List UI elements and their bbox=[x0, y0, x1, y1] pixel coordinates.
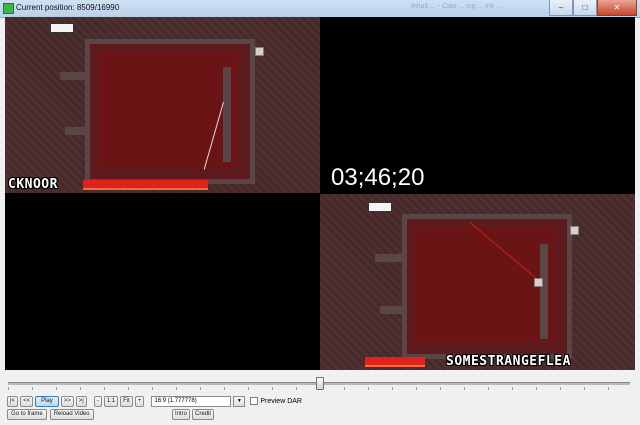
video-preview: CKNOOR SOMESTRANGEFLEA 03;46;20 bbox=[5, 17, 635, 370]
wall-pillar bbox=[540, 244, 548, 339]
title-bar: Current position: 8509/16990 Inhalt ... … bbox=[0, 0, 640, 18]
app-icon bbox=[3, 3, 14, 14]
player-view-top-left: CKNOOR bbox=[5, 17, 320, 193]
close-button[interactable]: ✕ bbox=[597, 0, 637, 16]
room-interior bbox=[98, 52, 238, 167]
ledge bbox=[380, 306, 405, 314]
minimize-button[interactable]: – bbox=[549, 0, 573, 16]
go-to-start-button[interactable]: |< bbox=[7, 395, 19, 407]
play-button[interactable]: Play bbox=[35, 395, 59, 407]
preview-dar-checkbox[interactable] bbox=[250, 397, 259, 405]
ledge bbox=[65, 127, 90, 135]
zoom-actual-size-button[interactable]: 1:1 bbox=[103, 395, 119, 407]
game-level-scene bbox=[320, 194, 635, 370]
player-name-label: SOMESTRANGEFLEA bbox=[446, 354, 571, 369]
aspect-ratio-dropdown-button[interactable]: ▼ bbox=[233, 395, 246, 407]
spawn-marker bbox=[50, 23, 74, 33]
intro-button[interactable]: Intro bbox=[172, 409, 191, 420]
seek-slider[interactable] bbox=[8, 377, 630, 390]
window-controls: – □ ✕ bbox=[549, 0, 637, 16]
ledge bbox=[60, 72, 90, 80]
frame-toolbar: Go to frame Reload Video bbox=[7, 408, 94, 420]
zoom-out-button[interactable]: - bbox=[93, 395, 102, 407]
game-level-scene bbox=[5, 17, 320, 193]
go-to-end-button[interactable]: >| bbox=[75, 395, 87, 407]
go-to-frame-button[interactable]: Go to frame bbox=[7, 408, 47, 420]
aspect-ratio-select[interactable]: 16:9 (1.777778) bbox=[151, 395, 232, 407]
player-view-bottom-right: SOMESTRANGEFLEA bbox=[320, 194, 635, 370]
spawn-marker bbox=[368, 202, 392, 212]
background-tab: Inhalt ... - Ciao ... ing ... ink ... bbox=[410, 3, 502, 10]
preview-dar-label: Preview DAR bbox=[260, 397, 302, 405]
seek-thumb[interactable] bbox=[316, 377, 324, 390]
rewind-button[interactable]: << bbox=[20, 395, 34, 407]
marker-toolbar: Intro Credit bbox=[172, 409, 215, 420]
credit-button[interactable]: Credit bbox=[192, 409, 215, 420]
window-title: Current position: 8509/16990 bbox=[16, 3, 120, 12]
wall-pillar bbox=[223, 67, 231, 162]
background-window-titles: Inhalt ... - Ciao ... ing ... ink ... bbox=[395, 3, 516, 10]
goal-bandage bbox=[255, 47, 264, 56]
player-character bbox=[534, 278, 543, 287]
zoom-fit-button[interactable]: Fit bbox=[120, 395, 133, 407]
fast-forward-button[interactable]: >> bbox=[60, 395, 74, 407]
reload-video-button[interactable]: Reload Video bbox=[49, 408, 94, 420]
goal-bandage bbox=[570, 226, 579, 235]
ledge bbox=[375, 254, 405, 262]
race-timer: 03;46;20 bbox=[331, 164, 425, 191]
maximize-button[interactable]: □ bbox=[573, 0, 597, 16]
playback-toolbar: |< << Play >> >| - 1:1 Fit + 16:9 (1.777… bbox=[7, 395, 302, 407]
chevron-down-icon: ▼ bbox=[236, 398, 242, 404]
lava-pool bbox=[365, 357, 425, 367]
lava-pool bbox=[83, 180, 208, 190]
player-name-label: CKNOOR bbox=[8, 177, 58, 192]
zoom-in-button[interactable]: + bbox=[134, 395, 145, 407]
